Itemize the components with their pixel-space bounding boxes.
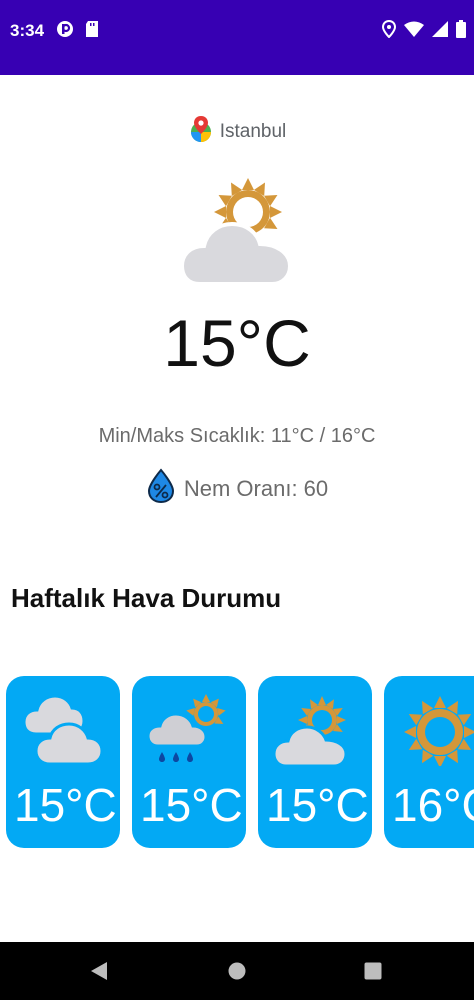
- pocket-icon: [56, 20, 74, 43]
- forecast-card[interactable]: 15°C: [258, 676, 372, 848]
- humidity-text: Nem Oranı: 60: [183, 475, 329, 501]
- partly-cloudy-icon: [272, 694, 356, 768]
- sunny-icon: [400, 694, 474, 768]
- rain-sun-icon: [146, 694, 230, 766]
- location: Istanbul: [0, 115, 474, 148]
- status-bar: 3:34: [0, 0, 474, 75]
- location-city: Istanbul: [219, 120, 287, 142]
- battery-icon: [456, 20, 466, 43]
- cloudy-icon: [22, 694, 104, 766]
- humidity: Nem Oranı: 60: [0, 468, 474, 509]
- weekly-forecast-list[interactable]: 15°C 15°C 15°C 16°: [6, 676, 474, 848]
- forecast-card[interactable]: 15°C: [132, 676, 246, 848]
- location-icon: [381, 19, 397, 43]
- partly-cloudy-icon: [179, 172, 296, 290]
- forecast-temperature: 15°C: [266, 779, 369, 831]
- forecast-card[interactable]: 16°C: [384, 676, 474, 848]
- signal-icon: [432, 21, 448, 42]
- status-time: 3:34: [10, 21, 45, 40]
- back-icon[interactable]: [90, 961, 108, 986]
- recents-icon[interactable]: [364, 962, 382, 985]
- weekly-forecast-title: Haftalık Hava Durumu: [11, 583, 282, 613]
- navigation-bar: [0, 942, 474, 1000]
- current-temperature: 15°C: [163, 306, 311, 380]
- wifi-icon: [404, 21, 424, 42]
- forecast-temperature: 16°C: [392, 779, 474, 831]
- forecast-card[interactable]: 15°C: [6, 676, 120, 848]
- map-pin-icon: [188, 115, 214, 148]
- humidity-drop-icon: [146, 468, 176, 509]
- forecast-temperature: 15°C: [14, 779, 117, 831]
- min-max-temperature: Min/Maks Sıcaklık: 11°C / 16°C: [98, 425, 376, 447]
- home-icon[interactable]: [228, 962, 246, 985]
- sd-card-icon: [84, 20, 100, 43]
- forecast-temperature: 15°C: [140, 779, 243, 831]
